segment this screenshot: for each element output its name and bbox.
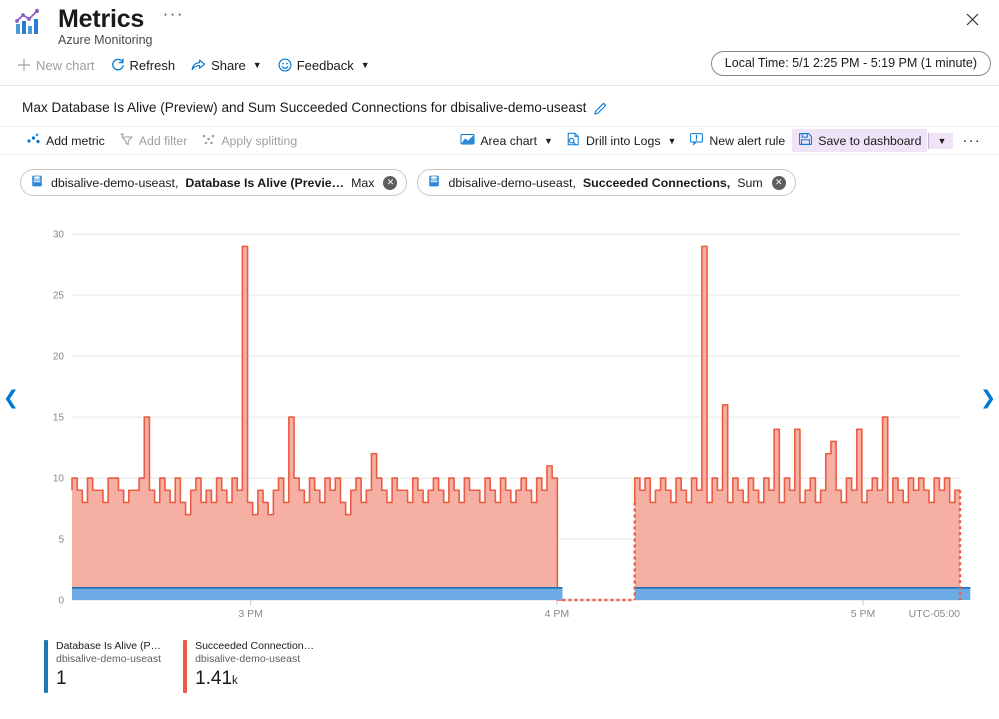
metrics-area-chart[interactable]: 0 5 10 15 20 25 30 3 PM 4 PM 5 PM UTC-05:00	[0, 212, 999, 632]
apply-splitting-icon	[201, 132, 216, 149]
save-to-dashboard-label: Save to dashboard	[818, 133, 922, 148]
drill-into-logs-button[interactable]: Drill into Logs ▼	[560, 129, 682, 152]
feedback-label: Feedback	[296, 57, 354, 73]
legend-swatch	[183, 640, 188, 693]
chevron-right-icon[interactable]: ❯	[980, 389, 996, 408]
feedback-button[interactable]: Feedback ▼	[271, 54, 377, 77]
metric-chip-database-is-alive[interactable]: dbisalive-demo-useast, Database Is Alive…	[20, 169, 408, 196]
page-subtitle: Azure Monitoring	[58, 33, 153, 47]
legend-item-succeeded-connections[interactable]: Succeeded Connection… dbisalive-demo-use…	[183, 640, 314, 693]
svg-text:5 PM: 5 PM	[851, 608, 876, 620]
smiley-icon	[278, 58, 292, 72]
legend-value-unit: k	[232, 675, 238, 687]
chevron-down-icon: ▼	[360, 60, 370, 70]
svg-text:10: 10	[53, 474, 65, 485]
chart-more-button[interactable]: ···	[954, 132, 989, 150]
save-to-dashboard-button[interactable]: Save to dashboard	[792, 129, 928, 152]
chip-aggregation: Max	[351, 175, 375, 190]
sql-database-icon	[30, 174, 44, 191]
svg-text:0: 0	[58, 596, 64, 607]
svg-text:5: 5	[58, 535, 64, 546]
pencil-icon[interactable]	[594, 101, 608, 115]
svg-text:30: 30	[53, 230, 65, 241]
metric-chip-succeeded-connections[interactable]: dbisalive-demo-useast, Succeeded Connect…	[417, 169, 796, 196]
chip-resource: dbisalive-demo-useast,	[448, 175, 576, 190]
chevron-down-icon: ▼	[937, 135, 947, 146]
svg-text:4 PM: 4 PM	[545, 608, 570, 620]
chart-legend: Database Is Alive (P… dbisalive-demo-use…	[0, 632, 999, 693]
add-filter-button[interactable]: Add filter	[113, 129, 194, 152]
close-icon[interactable]	[959, 6, 985, 32]
save-to-dashboard-chevron[interactable]: ▼	[928, 132, 954, 149]
legend-item-database-is-alive[interactable]: Database Is Alive (P… dbisalive-demo-use…	[44, 640, 161, 693]
chart-area: ❮ ❯ 0 5 10 15 20 25 30 3 PM 4 PM 5 PM UTC-05:00	[0, 212, 999, 632]
area-chart-button[interactable]: Area chart ▼	[454, 129, 559, 152]
drill-logs-icon	[566, 132, 581, 149]
share-button[interactable]: Share ▼	[184, 54, 269, 77]
command-bar: New chart Refresh Share ▼ Feedback ▼ Loc…	[0, 48, 999, 82]
title-block: Metrics ··· Azure Monitoring	[58, 5, 999, 48]
legend-swatch	[44, 640, 48, 693]
chip-remove-icon[interactable]: ✕	[383, 175, 398, 190]
chart-title-row: Max Database Is Alive (Preview) and Sum …	[0, 86, 999, 126]
metric-chips: dbisalive-demo-useast, Database Is Alive…	[0, 155, 999, 196]
chart-card: Max Database Is Alive (Preview) and Sum …	[0, 85, 999, 693]
new-chart-button[interactable]: New chart	[10, 54, 102, 77]
chip-aggregation: Sum	[737, 175, 763, 190]
refresh-button[interactable]: Refresh	[104, 54, 183, 77]
chevron-down-icon: ▼	[252, 60, 262, 70]
chip-resource: dbisalive-demo-useast,	[51, 175, 179, 190]
legend-name: Succeeded Connection…	[195, 640, 315, 652]
svg-text:15: 15	[53, 413, 65, 424]
metrics-chart-icon	[12, 8, 42, 38]
chevron-down-icon: ▼	[544, 135, 553, 146]
legend-value-number: 1.41	[195, 668, 233, 689]
new-alert-rule-label: New alert rule	[709, 133, 786, 148]
plus-icon	[17, 58, 31, 72]
chip-metric: Database Is Alive (Previe…	[185, 175, 345, 190]
save-dashboard-icon	[798, 132, 813, 149]
legend-value: 1	[56, 667, 161, 693]
alert-rule-icon	[689, 132, 704, 149]
page-title: Metrics	[58, 5, 145, 33]
chart-toolbar-left: Add metric Add filter Apply splitting	[20, 129, 303, 152]
chart-title: Max Database Is Alive (Preview) and Sum …	[22, 100, 587, 115]
refresh-icon	[111, 58, 125, 72]
legend-value-number: 1	[56, 668, 67, 689]
header-more-button[interactable]: ···	[163, 5, 184, 22]
svg-text:25: 25	[53, 291, 65, 302]
chevron-down-icon: ▼	[667, 135, 677, 146]
add-filter-icon	[119, 132, 134, 149]
legend-name: Database Is Alive (P…	[56, 640, 162, 652]
time-range-picker[interactable]: Local Time: 5/1 2:25 PM - 5:19 PM (1 min…	[710, 51, 991, 76]
add-metric-icon	[26, 132, 41, 149]
share-label: Share	[211, 57, 246, 73]
legend-value: 1.41k	[195, 667, 314, 693]
svg-text:3 PM: 3 PM	[238, 608, 263, 620]
sql-database-icon	[427, 174, 441, 191]
add-metric-button[interactable]: Add metric	[20, 129, 111, 152]
legend-resource: dbisalive-demo-useast	[56, 653, 162, 665]
refresh-label: Refresh	[129, 57, 176, 73]
chevron-left-icon[interactable]: ❮	[3, 389, 19, 408]
new-alert-rule-button[interactable]: New alert rule	[683, 129, 791, 152]
chip-metric: Succeeded Connections,	[582, 175, 731, 190]
svg-text:UTC-05:00: UTC-05:00	[909, 608, 961, 620]
area-chart-label: Area chart	[480, 133, 538, 148]
add-metric-label: Add metric	[46, 133, 105, 148]
apply-splitting-button[interactable]: Apply splitting	[195, 129, 303, 152]
chip-remove-icon[interactable]: ✕	[771, 175, 786, 190]
page-header: Metrics ··· Azure Monitoring	[0, 0, 999, 48]
area-chart-icon	[460, 132, 475, 149]
legend-resource: dbisalive-demo-useast	[195, 653, 301, 665]
chart-toolbar-right: Area chart ▼ Drill into Logs ▼ New alert…	[454, 129, 989, 152]
apply-splitting-label: Apply splitting	[221, 133, 298, 148]
new-chart-label: New chart	[36, 57, 95, 73]
drill-into-logs-label: Drill into Logs	[585, 133, 661, 148]
share-icon	[191, 58, 206, 72]
chart-toolbar: Add metric Add filter Apply splitting Ar…	[0, 126, 999, 155]
svg-text:20: 20	[53, 352, 65, 363]
add-filter-label: Add filter	[138, 133, 188, 148]
